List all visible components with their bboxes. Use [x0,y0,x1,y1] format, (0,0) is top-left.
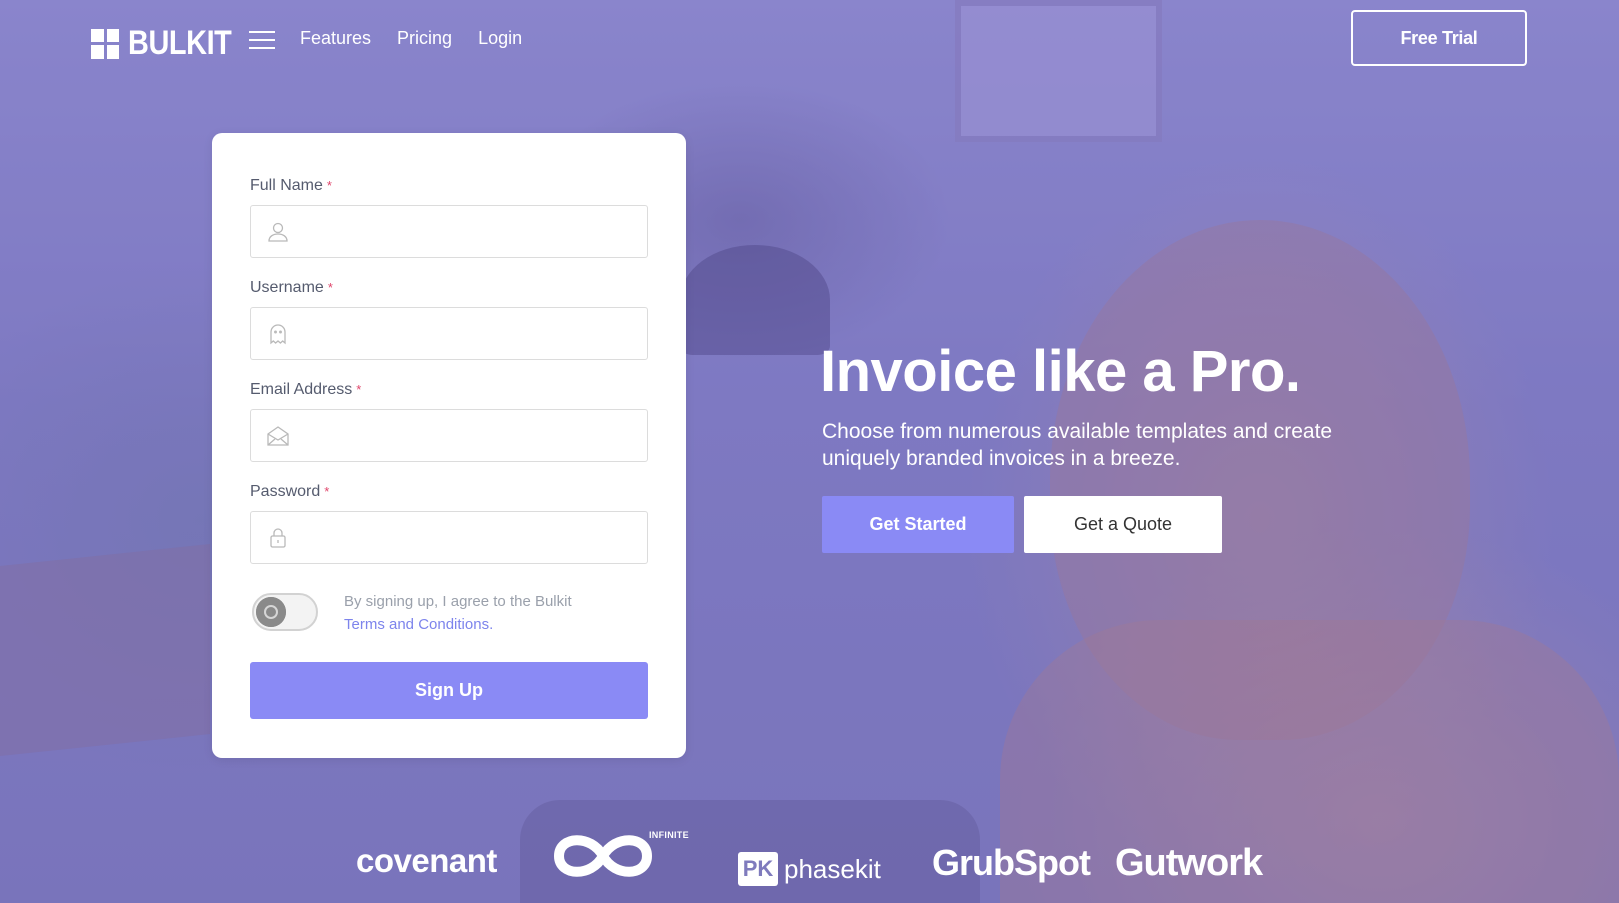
user-icon [268,222,288,242]
hero-subtitle: Choose from numerous available templates… [822,420,1333,470]
hamburger-menu-icon[interactable] [249,31,275,49]
terms-text: By signing up, I agree to the Bulkit Ter… [344,593,572,633]
email-input-wrap[interactable] [250,409,648,462]
grubspot-logo: GrubSpot [932,842,1091,883]
terms-link[interactable]: Terms and Conditions. [344,616,493,633]
email-field: Email Address * [250,381,648,462]
username-label: Username * [250,279,333,296]
navbar: BULKIT Features Pricing Login Free Trial [0,0,1619,80]
phasekit-mark: PK [738,852,778,886]
lock-icon [270,528,286,548]
password-input[interactable] [303,522,637,556]
nav-links: Features Pricing Login [300,28,522,49]
infinite-logo: INFINITE [553,826,689,890]
get-started-button[interactable]: Get Started [822,496,1014,553]
ghost-icon [270,324,286,345]
logo-grid-icon [91,28,119,59]
free-trial-button[interactable]: Free Trial [1351,10,1527,66]
terms-toggle-switch[interactable] [252,593,318,631]
username-input[interactable] [303,318,637,352]
nav-link-login[interactable]: Login [478,28,522,49]
full-name-label: Full Name * [250,177,332,194]
username-field: Username * [250,279,648,360]
infinity-icon [554,835,652,877]
client-logos: covenant INFINITE PK phasekit GrubSpot G… [0,820,1619,903]
email-label: Email Address * [250,381,362,398]
sign-up-button[interactable]: Sign Up [250,662,648,719]
toggle-knob [256,597,286,627]
username-input-wrap[interactable] [250,307,648,360]
brand-name: BULKIT [128,24,232,62]
nav-link-features[interactable]: Features [300,28,371,49]
phasekit-logo: PK phasekit [738,852,881,886]
nav-link-pricing[interactable]: Pricing [397,28,452,49]
full-name-field: Full Name * [250,177,648,258]
envelope-icon [267,426,289,446]
password-label: Password * [250,483,330,500]
brand-logo[interactable]: BULKIT [91,24,250,63]
full-name-input-wrap[interactable] [250,205,648,258]
full-name-input[interactable] [303,216,637,250]
covenant-logo: covenant [356,842,497,879]
password-input-wrap[interactable] [250,511,648,564]
password-field: Password * [250,483,648,564]
signup-form-card: Full Name * Username * Email Address * Pass… [212,133,686,758]
gutwork-logo: Gutwork [1115,842,1263,884]
get-a-quote-button[interactable]: Get a Quote [1024,496,1222,553]
phasekit-wordmark: phasekit [784,853,881,884]
email-input[interactable] [303,420,637,454]
hero-title: Invoice like a Pro. [820,339,1301,404]
